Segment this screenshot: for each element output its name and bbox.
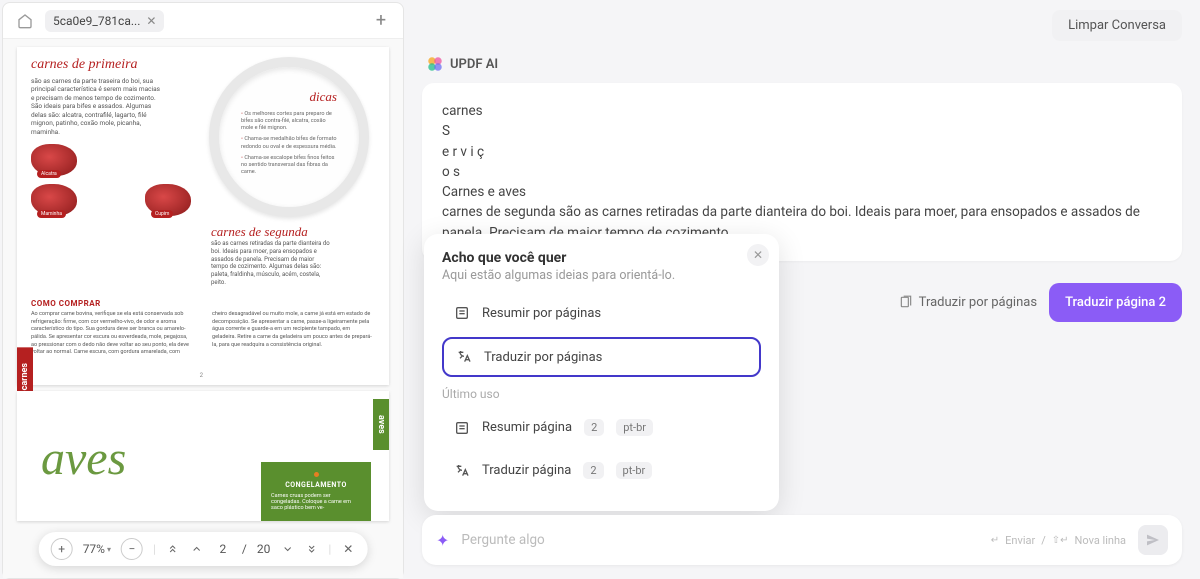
sparkle-icon[interactable]: ✦ (436, 531, 449, 550)
suggestion-label: Traduzir página (482, 463, 571, 478)
aves-side-tab: aves (373, 399, 389, 450)
ai-name: UPDF AI (450, 57, 498, 72)
body-carnes-segunda: são as carnes retiradas da parte diantei… (211, 240, 331, 287)
chat-panel: Limpar Conversa UPDF AI carnes S e r v i… (404, 0, 1200, 577)
zoom-out-button[interactable]: − (121, 538, 143, 560)
translate-label: Traduzir por páginas (899, 295, 1037, 310)
zoom-text: 77% (83, 542, 105, 556)
enter-key-icon: ↵ (991, 535, 999, 546)
msg-line: carnes (442, 101, 1162, 121)
separator: | (153, 542, 156, 556)
suggestion-section-label: Último uso (442, 387, 761, 401)
page-badge: 2 (583, 462, 603, 479)
next-page-button[interactable] (280, 543, 294, 555)
lang-badge: pt-br (616, 462, 653, 479)
recent-translate-page[interactable]: Traduzir página 2 pt-br (442, 452, 761, 489)
recent-summarize-page[interactable]: Resumir página 2 pt-br (442, 409, 761, 446)
msg-line: S (442, 121, 1162, 141)
tips-title: dicas (241, 89, 337, 105)
meat-image (145, 184, 191, 216)
msg-line: Carnes e aves (442, 182, 1162, 202)
chevron-down-icon (281, 543, 293, 555)
pdf-toolbar: + 77% ▾ − | / 20 | ✕ (39, 532, 368, 566)
congelamento-title: CONGELAMENTO (271, 481, 361, 489)
meat-image (31, 184, 77, 216)
translate-icon (454, 463, 470, 479)
summarize-icon (454, 420, 470, 436)
page-badge: 2 (584, 419, 604, 436)
separator: | (328, 542, 331, 556)
tip-1: Os melhores cortes para preparo de bifes… (241, 111, 337, 132)
home-icon (17, 13, 33, 29)
suggestion-label: Resumir por páginas (482, 306, 601, 321)
zoom-in-button[interactable]: + (51, 538, 73, 560)
summarize-icon (454, 305, 470, 321)
page-total: 20 (257, 542, 271, 556)
prev-page-button[interactable] (190, 543, 204, 555)
chat-input-bar: ✦ ↵ Enviar / ⇧↵ Nova linha (422, 515, 1182, 565)
pdf-viewport[interactable]: carnes carnes de primeira são as carnes … (3, 39, 403, 578)
suggestion-subtitle: Aqui estão algumas ideias para orientá-l… (442, 268, 761, 283)
tab-bar: 5ca0e9_781ca... ✕ + (3, 3, 403, 39)
pdf-panel: 5ca0e9_781ca... ✕ + carnes carnes de pri… (2, 2, 404, 579)
pdf-page-1: carnes carnes de primeira são as carnes … (17, 47, 389, 385)
send-icon (1145, 532, 1161, 548)
chat-input[interactable] (461, 532, 978, 548)
suggestion-label: Traduzir por páginas (484, 350, 602, 365)
suggestion-title: Acho que você quer (442, 250, 761, 266)
dot-icon (314, 472, 319, 477)
suggestion-popup: ✕ Acho que você quer Aqui estão algumas … (424, 234, 779, 511)
page-input[interactable] (214, 542, 232, 556)
page-number: 2 (200, 372, 203, 379)
meat-image (31, 144, 77, 176)
tip-2: Chama-se medalhão bifes de formato redon… (241, 136, 337, 150)
suggestion-summarize-pages[interactable]: Resumir por páginas (442, 295, 761, 331)
close-popup-button[interactable]: ✕ (747, 244, 769, 266)
shift-enter-key-icon: ⇧↵ (1052, 535, 1069, 546)
congelamento-box: CONGELAMENTO Carnes cruas podem ser cong… (261, 462, 371, 521)
tips-plate: dicas Os melhores cortes para preparo de… (209, 57, 369, 217)
lang-badge: pt-br (616, 419, 653, 436)
close-toolbar-button[interactable]: ✕ (341, 542, 355, 556)
suggestion-label: Resumir página (482, 420, 572, 435)
pdf-page-2: aves aves CONGELAMENTO Carnes cruas pode… (17, 391, 389, 521)
congelamento-body: Carnes cruas podem ser congeladas. Coloq… (271, 493, 361, 511)
translate-page-button[interactable]: Traduzir página 2 (1049, 283, 1182, 322)
heading-como-comprar: COMO COMPRAR (31, 299, 375, 308)
first-page-button[interactable] (166, 543, 180, 555)
file-tab-label: 5ca0e9_781ca... (53, 14, 140, 28)
msg-line: e r v i ç (442, 142, 1162, 162)
ai-header: UPDF AI (422, 49, 1182, 83)
translate-icon (456, 349, 472, 365)
caret-down-icon: ▾ (107, 545, 111, 554)
heading-carnes-segunda: carnes de segunda (211, 224, 375, 240)
chevrons-down-icon (305, 543, 317, 555)
body-carnes-primeira: são as carnes da parte traseira do boi, … (31, 77, 161, 136)
msg-line: o s (442, 162, 1162, 182)
home-button[interactable] (13, 9, 37, 33)
last-page-button[interactable] (304, 543, 318, 555)
clear-conversation-button[interactable]: Limpar Conversa (1052, 10, 1182, 41)
como-comprar-columns: Ao comprar carne bovina, verifique se el… (31, 311, 375, 357)
chevrons-up-icon (167, 543, 179, 555)
page-sep: / (242, 542, 247, 556)
close-tab-icon[interactable]: ✕ (146, 14, 156, 28)
chevron-up-icon (191, 543, 203, 555)
tip-3: Chama-se escalope bifes finos feitos no … (241, 155, 337, 176)
comprar-col-1: Ao comprar carne bovina, verifique se el… (31, 311, 194, 357)
send-button[interactable] (1138, 525, 1168, 555)
chat-header: Limpar Conversa (422, 10, 1182, 41)
comprar-col-2: cheiro desagradável ou muito mole, a car… (212, 311, 375, 357)
input-hints: ↵ Enviar / ⇧↵ Nova linha (991, 534, 1126, 547)
updf-ai-logo-icon (426, 55, 444, 73)
zoom-value[interactable]: 77% ▾ (83, 542, 111, 556)
file-tab[interactable]: 5ca0e9_781ca... ✕ (45, 10, 164, 32)
add-tab-button[interactable]: + (369, 9, 393, 33)
suggestion-translate-pages[interactable]: Traduzir por páginas (442, 337, 761, 377)
pages-icon (899, 295, 913, 309)
